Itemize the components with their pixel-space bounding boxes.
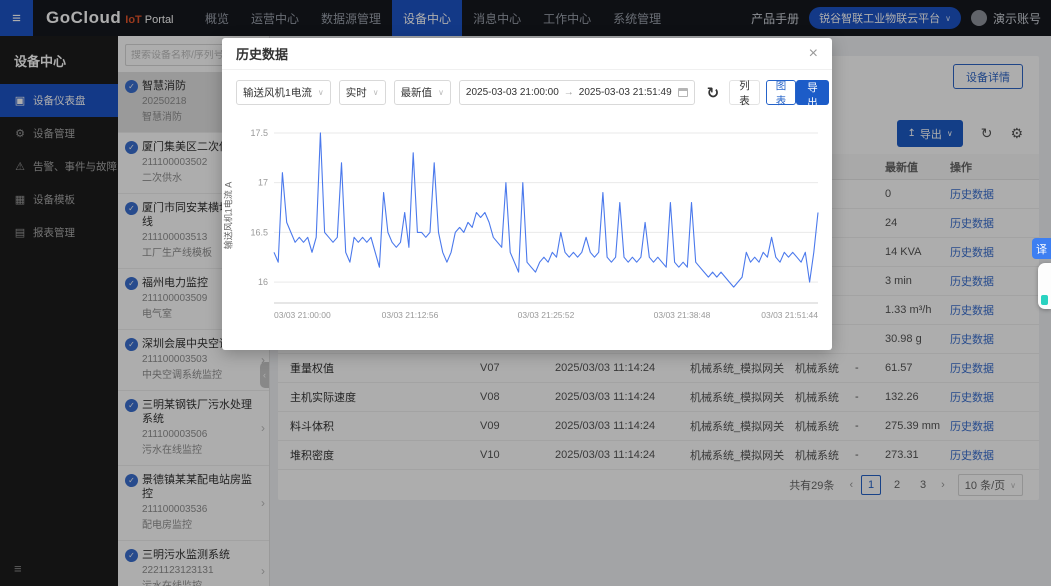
chart-y-axis-label: 输送风机1电流 A [222,156,235,276]
date-range-picker[interactable]: 2025-03-03 21:00:00 → 2025-03-03 21:51:4… [459,80,695,105]
modal-controls: 输送风机1电流 ∨ 实时 ∨ 最新值 ∨ 2025-03-03 21:00:00… [222,70,832,111]
mode-select-label: 实时 [346,85,367,100]
view-list-button[interactable]: 列表 [729,80,760,105]
metric-select[interactable]: 最新值 ∨ [394,80,451,105]
svg-text:03/03 21:51:44: 03/03 21:51:44 [761,310,818,320]
line-chart: 16 16.5 17 17.5 03/03 21:00:00 03/03 21:12:56… [232,113,830,347]
close-icon[interactable]: × [809,46,818,62]
chevron-down-icon: ∨ [373,88,379,97]
arrow-right-icon: → [564,87,574,98]
mode-select[interactable]: 实时 ∨ [339,80,386,105]
modal-export-button[interactable]: 导出 [796,80,829,105]
refresh-icon[interactable]: ↻ [707,84,720,102]
floating-toolbar[interactable] [1038,263,1051,309]
modal-title: 历史数据 [236,44,288,63]
property-select-label: 输送风机1电流 [243,85,312,100]
chevron-down-icon: ∨ [438,88,444,97]
modal-header: 历史数据 × [222,38,832,70]
svg-text:16: 16 [258,277,268,287]
calendar-icon [678,88,688,97]
svg-text:03/03 21:25:52: 03/03 21:25:52 [518,310,575,320]
property-select[interactable]: 输送风机1电流 ∨ [236,80,331,105]
svg-text:03/03 21:12:56: 03/03 21:12:56 [382,310,439,320]
svg-text:17: 17 [258,178,268,188]
svg-text:03/03 21:38:48: 03/03 21:38:48 [654,310,711,320]
svg-text:16.5: 16.5 [250,227,268,237]
history-chart: 输送风机1电流 A 16 16.5 17 17.5 03/03 21:00:00 03/0… [222,113,832,347]
view-chart-button[interactable]: 图表 [766,80,797,105]
floating-toolbar-icon [1041,295,1048,305]
history-data-modal: 历史数据 × 输送风机1电流 ∨ 实时 ∨ 最新值 ∨ 2025-03-03 2… [222,38,832,350]
screen: ≡ GoCloud IoT Portal 概览 运营中心 数据源管理 设备中心 … [0,0,1051,586]
metric-select-label: 最新值 [401,85,433,100]
svg-text:03/03 21:00:00: 03/03 21:00:00 [274,310,331,320]
svg-text:17.5: 17.5 [250,128,268,138]
translate-badge[interactable]: 译 [1032,238,1051,259]
chevron-down-icon: ∨ [318,88,324,97]
date-end: 2025-03-03 21:51:49 [579,87,672,98]
date-start: 2025-03-03 21:00:00 [466,87,559,98]
